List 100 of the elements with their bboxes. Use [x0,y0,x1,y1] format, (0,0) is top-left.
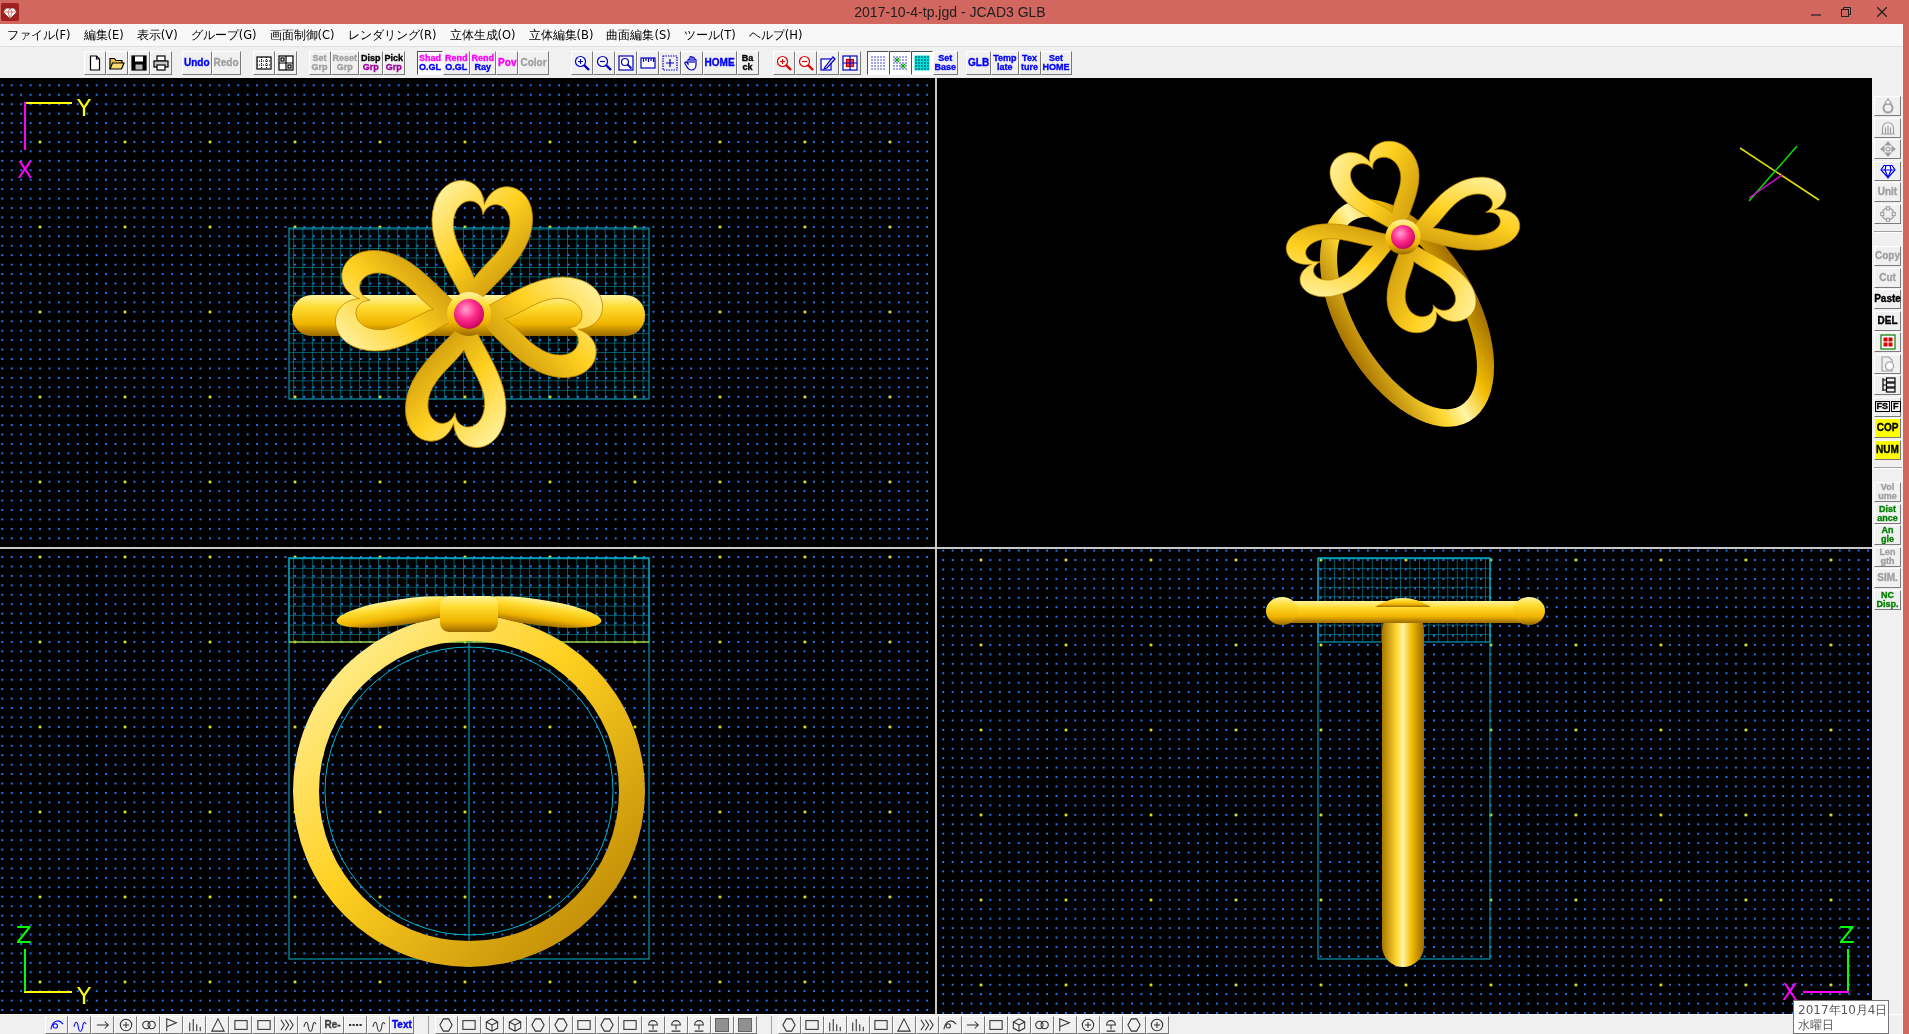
dot-grid-icon [869,54,886,71]
menu-item[interactable]: 立体生成(O) [443,25,522,45]
toolbar-button[interactable]: Undo [182,50,212,75]
lamp-icon [1104,1018,1119,1032]
cube-icon [1012,1018,1027,1032]
sidebar-button[interactable]: Dist ance [1874,503,1901,524]
toolbar-button[interactable]: HOME [702,50,737,75]
sidebar-button[interactable]: FS F [1874,396,1901,417]
toolbar-button[interactable]: Re- [321,1016,344,1034]
toolbar-button[interactable]: Ba ck [736,50,759,75]
toolbar-button[interactable]: Text [390,1016,414,1034]
triangle-icon [210,1018,225,1032]
axis-label: Z [1839,922,1855,948]
triangle-icon [897,1018,912,1032]
filled-grid-icon [913,54,930,71]
arrow-icon [95,1018,110,1032]
dashed-box-icon [661,54,678,71]
ruler-icon [639,54,656,71]
toolbar-button[interactable] [866,50,889,75]
viewport[interactable]: Z Y [0,549,935,1014]
sidebar-button[interactable] [1874,375,1901,395]
grid-icon [277,54,294,71]
toolbar-button[interactable]: Set Base [932,50,959,75]
toolbar-button[interactable] [910,50,933,75]
box-icon [874,1018,889,1032]
viewport[interactable]: Y X [0,78,935,547]
chevrons-icon [920,1018,935,1032]
cross-grid-icon [891,54,908,71]
circle-icon [1081,1018,1096,1032]
box-icon [989,1018,1004,1032]
lamp-icon [669,1018,684,1032]
toolbar-button[interactable]: Rend Ray [469,50,497,75]
rings-icon [1035,1018,1050,1032]
menu-item[interactable]: 編集(E) [77,25,130,45]
arrow-icon [966,1018,981,1032]
tree-icon [1879,377,1896,393]
squares-icon [1879,334,1896,350]
curve-icon [49,1018,64,1032]
box-icon [462,1018,477,1032]
curve-icon [943,1018,958,1032]
toolbar-button[interactable]: Disp Grp [359,50,383,75]
sidebar-button[interactable]: NC Disp. [1874,589,1901,610]
document-icon [1879,355,1896,372]
tooltip-text: 水曜日 [1798,1018,1835,1033]
box-icon [577,1018,592,1032]
toolbar-button[interactable]: Shad O.GL [417,50,444,75]
rings-icon [141,1018,156,1032]
sidebar-button[interactable]: Paste [1874,289,1901,309]
dome-icon [1879,119,1896,136]
menu-item[interactable]: グループ(G) [184,25,263,45]
close-icon [1877,7,1887,17]
toolbar-button[interactable]: Tex ture [1018,50,1041,75]
menu-item[interactable]: ファイル(F) [1,25,77,45]
circle-icon [1150,1018,1165,1032]
toolbar-button[interactable] [888,50,911,75]
cube-icon [485,1018,500,1032]
menu-item[interactable]: 立体編集(B) [522,25,600,45]
sidebar-button[interactable] [1874,160,1901,181]
restore-icon [1841,7,1851,17]
bars-icon [828,1018,843,1032]
menu-item[interactable]: 画面制御(C) [263,25,341,45]
flag-icon [164,1018,179,1032]
box-icon [233,1018,248,1032]
menu-item[interactable]: 表示(V) [130,25,184,45]
pencil-icon [819,54,836,71]
toolbar-button[interactable]: Set HOME [1040,50,1072,75]
sidebar-button[interactable]: DEL [1874,310,1901,331]
viewport[interactable] [937,78,1872,547]
polygon-icon [554,1018,569,1032]
bars-icon [851,1018,866,1032]
sidebar-button[interactable]: An gle [1874,525,1901,545]
box-icon [623,1018,638,1032]
menu-item[interactable]: ツール(T) [677,25,742,45]
axis-label: Z [16,922,32,948]
axis-label: Y [77,983,92,1009]
circle-nodes-icon [1879,205,1896,222]
polygon-icon [1127,1018,1142,1032]
lamp-icon [692,1018,707,1032]
cube-icon [508,1018,523,1032]
gemstone [447,292,491,336]
sidebar-button[interactable]: NUM [1874,439,1901,460]
lamp-icon [646,1018,661,1032]
menu-item[interactable]: レンダリング(R) [341,25,443,45]
document-icon [87,54,103,71]
table-icon [255,54,272,71]
gemstone [1385,219,1421,255]
polygon-icon [600,1018,615,1032]
zoom-in-icon [573,54,590,71]
toolbar-button[interactable]: Pick Grp [382,50,406,75]
toolbar-button[interactable]: Temp late [991,50,1019,75]
toolbar-button[interactable]: Rend O.GL [443,50,470,75]
crosshair-box-icon [841,54,858,71]
toolbar-button[interactable]: GLB [966,50,992,75]
sidebar-button[interactable]: COP [1874,418,1901,438]
menu-item[interactable]: 曲面編集(S) [600,25,677,45]
flag-icon [1058,1018,1073,1032]
menu-item[interactable]: ヘルプ(H) [742,25,809,45]
gem-icon [1879,162,1896,179]
polygon-icon [531,1018,546,1032]
box-icon [805,1018,820,1032]
